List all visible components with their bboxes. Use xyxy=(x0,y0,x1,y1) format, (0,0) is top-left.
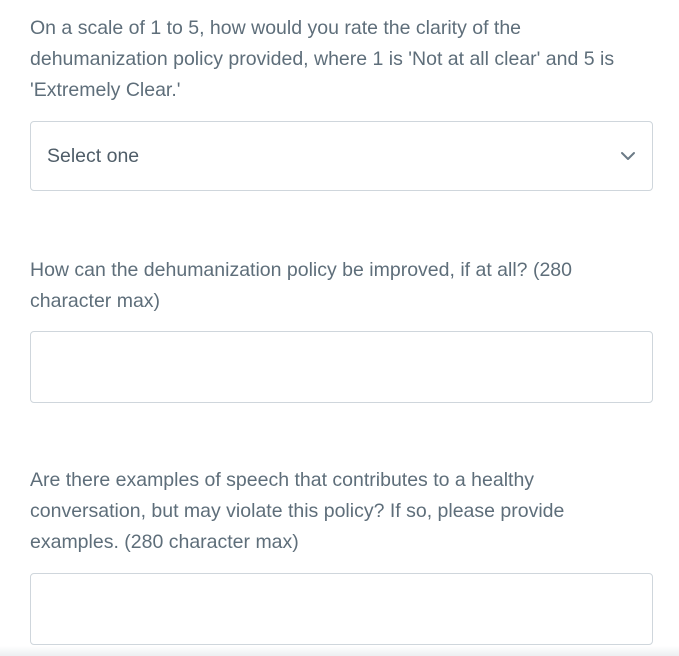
question-clarity-rating: On a scale of 1 to 5, how would you rate… xyxy=(30,17,615,101)
bottom-fade xyxy=(0,646,679,656)
speech-examples-input[interactable] xyxy=(30,573,653,645)
chevron-down-icon xyxy=(621,152,635,160)
question-policy-improvement: How can the dehumanization policy be imp… xyxy=(30,259,572,312)
policy-improvement-input[interactable] xyxy=(30,331,653,403)
question-speech-examples: Are there examples of speech that contri… xyxy=(30,469,565,553)
select-value: Select one xyxy=(47,145,140,167)
clarity-rating-select[interactable]: Select one xyxy=(30,121,653,191)
